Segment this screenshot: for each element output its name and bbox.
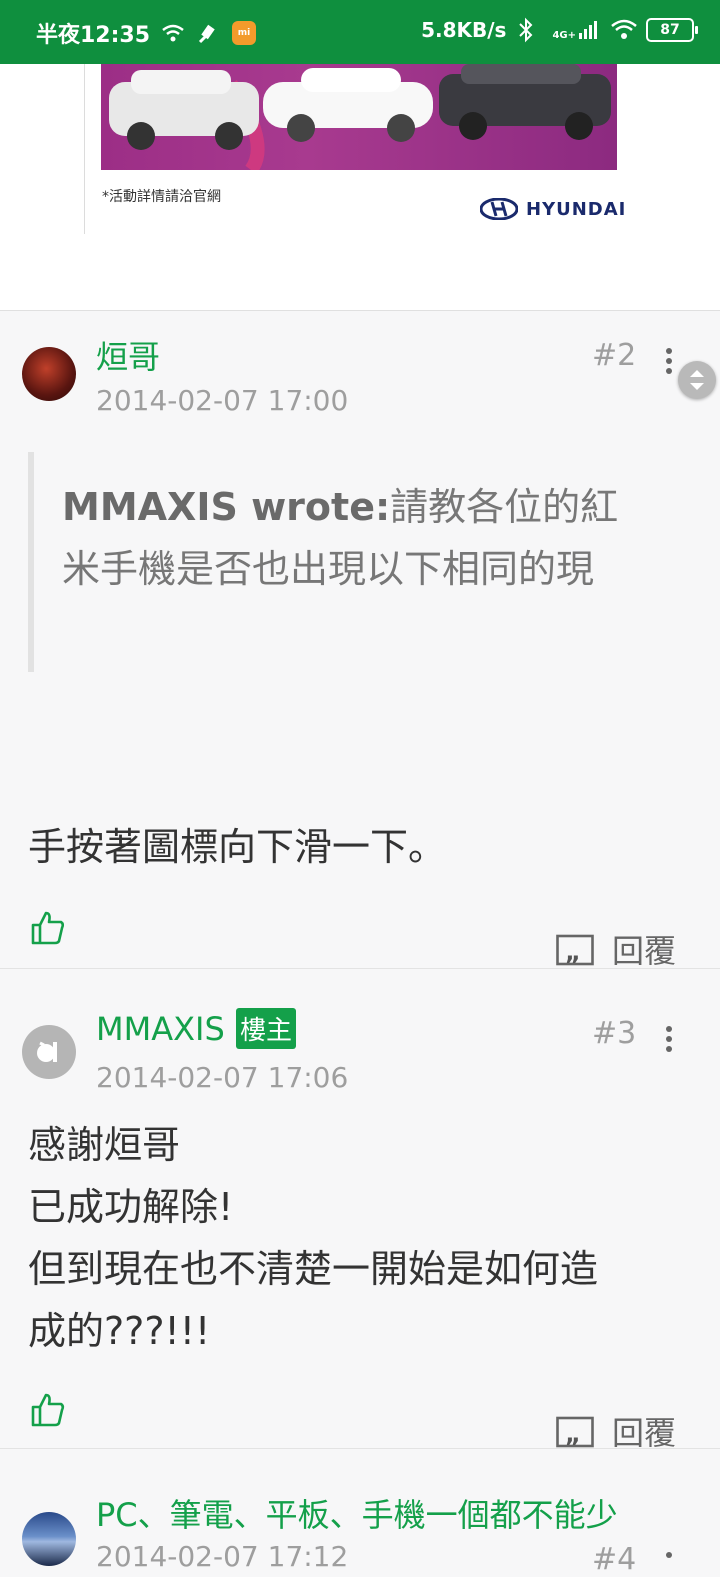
more-options-icon[interactable] — [666, 348, 674, 378]
cell-signal-icon: 4G+ — [552, 19, 600, 41]
up-down-arrow-icon — [690, 370, 704, 390]
mi-app-icon: mi — [232, 21, 257, 45]
post-author[interactable]: MMAXIS — [96, 1010, 225, 1048]
wifi-signal-icon — [160, 20, 186, 46]
more-options-icon[interactable] — [666, 1026, 674, 1056]
avatar[interactable] — [22, 1025, 76, 1079]
post-date: 2014-02-07 17:00 — [96, 384, 349, 417]
post-body-line: 感謝烜哥 — [28, 1123, 181, 1167]
ad-banner-image[interactable] — [101, 64, 617, 170]
satellite-icon — [196, 20, 222, 46]
more-options-icon[interactable] — [666, 1552, 674, 1562]
quote-bar — [28, 452, 34, 672]
reply-button[interactable]: „ 回覆 — [556, 926, 676, 972]
post-body-line: 成的???!!! — [28, 1309, 211, 1353]
post-divider — [0, 1448, 720, 1449]
battery-level: 87 — [660, 22, 680, 38]
scroll-handle[interactable] — [678, 361, 716, 399]
network-speed: 5.8KB/s — [421, 18, 507, 42]
svg-text:„: „ — [565, 1420, 581, 1448]
brand-logo: HYUNDAI — [480, 198, 626, 220]
car-icon-2 — [263, 68, 433, 142]
status-bar: 半夜12:35 mi 5.8KB/s 4G+ 87 — [0, 0, 720, 64]
car-icon-3 — [439, 64, 611, 140]
post-body-line: 已成功解除! — [28, 1185, 234, 1229]
quote-author: MMAXIS wrote: — [62, 485, 391, 529]
reply-label: 回覆 — [612, 932, 677, 970]
wifi-icon — [610, 17, 637, 43]
post-author[interactable]: 烜哥 — [96, 332, 160, 378]
like-thumb-icon[interactable] — [30, 1392, 66, 1432]
post-divider — [0, 968, 720, 969]
quote-reply-icon: „ — [556, 934, 594, 966]
owner-badge: 樓主 — [236, 1008, 297, 1049]
quote-reply-icon: „ — [556, 1416, 594, 1448]
hyundai-logo-icon — [480, 198, 518, 220]
post-floor: #2 — [592, 338, 637, 373]
avatar[interactable] — [22, 347, 76, 401]
post-body-line: 但到現在也不清楚一開始是如何造 — [28, 1247, 599, 1291]
like-thumb-icon[interactable] — [30, 910, 66, 950]
clock: 半夜12:35 — [36, 23, 151, 48]
quoted-text: MMAXIS wrote:請教各位的紅米手機是否也出現以下相同的現 — [62, 476, 652, 600]
brand-name: HYUNDAI — [526, 198, 627, 220]
post-author[interactable]: PC、筆電、平板、手機一個都不能少 — [96, 1490, 618, 1536]
ad-note: *活動詳情請洽官網 — [102, 189, 221, 205]
post-body: 手按著圖標向下滑一下。 — [28, 825, 447, 869]
post-floor: #3 — [592, 1016, 637, 1051]
avatar[interactable] — [22, 1512, 76, 1566]
bluetooth-icon — [516, 17, 542, 43]
default-avatar-icon — [37, 1041, 57, 1062]
post-date: 2014-02-07 17:06 — [96, 1061, 349, 1094]
ad-divider — [84, 64, 85, 234]
battery-icon: 87 — [646, 18, 698, 42]
svg-text:„: „ — [565, 938, 581, 966]
post-date: 2014-02-07 17:12 — [96, 1540, 349, 1573]
post-body: 感謝烜哥 已成功解除! 但到現在也不清楚一開始是如何造 成的???!!! — [28, 1114, 598, 1362]
network-type: 4G+ — [552, 30, 576, 41]
car-icon — [109, 70, 259, 150]
